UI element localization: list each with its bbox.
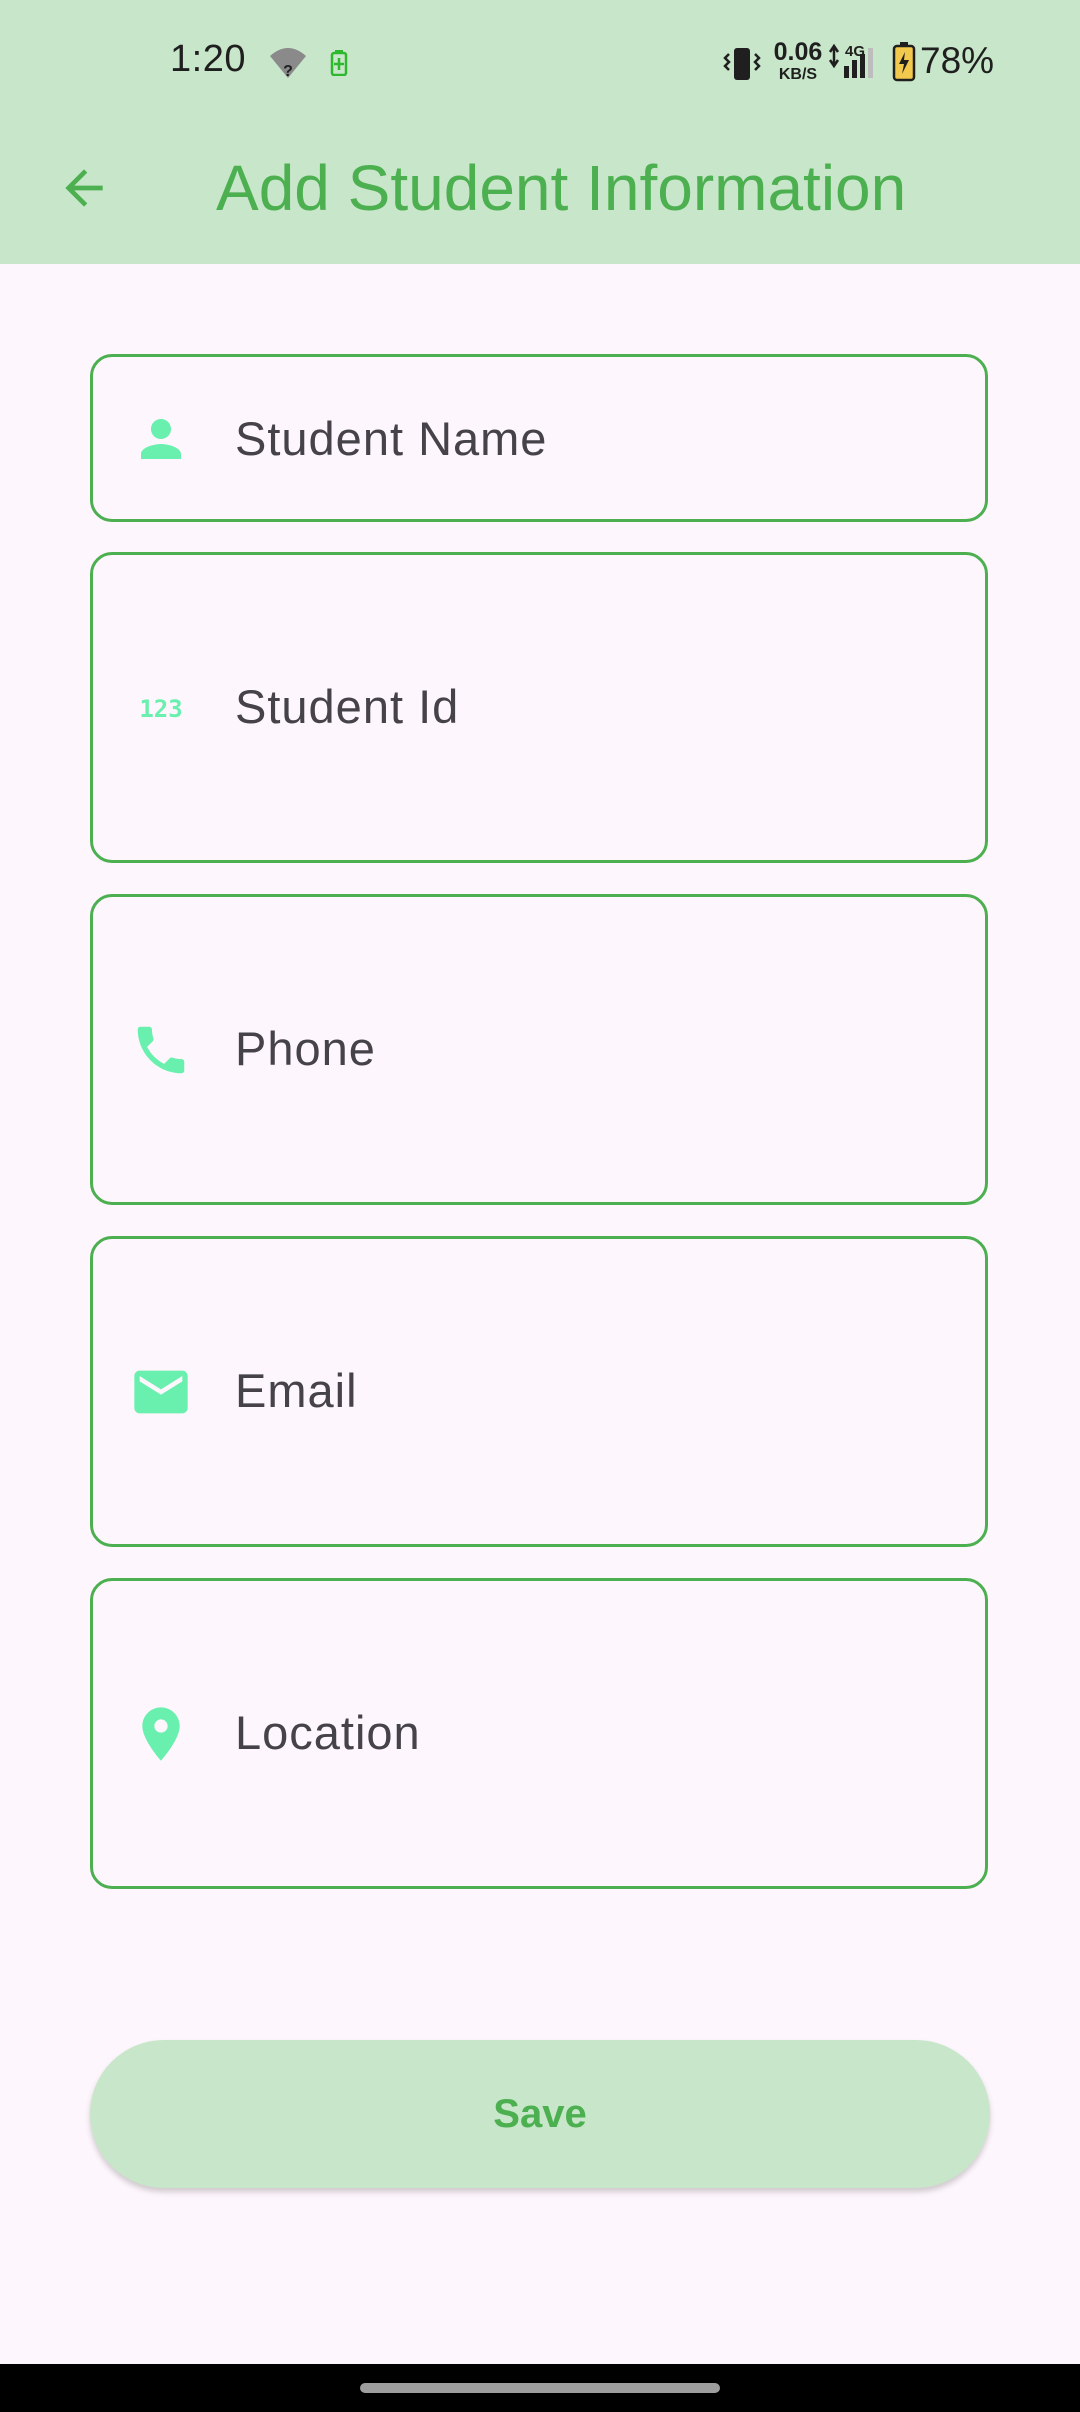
save-button-label: Save bbox=[493, 2091, 587, 2136]
student-name-field[interactable]: Student Name bbox=[90, 354, 988, 522]
back-button[interactable] bbox=[44, 148, 124, 228]
signal-icon bbox=[838, 46, 882, 85]
student-id-field[interactable]: 123 Student Id bbox=[90, 552, 988, 863]
app-bar: Add Student Information bbox=[0, 128, 1080, 264]
battery-charging-icon bbox=[892, 42, 916, 87]
email-label: Email bbox=[235, 1364, 358, 1417]
status-time: 1:20 bbox=[170, 38, 246, 80]
email-icon bbox=[129, 1360, 193, 1424]
save-button[interactable]: Save bbox=[90, 2040, 990, 2188]
svg-text:?: ? bbox=[283, 63, 293, 80]
location-pin-icon bbox=[129, 1702, 193, 1766]
status-bar: 1:20 ? 0.06 KB/S 4G 78% bbox=[0, 0, 1080, 128]
phone-field[interactable]: Phone bbox=[90, 894, 988, 1205]
student-id-label: Student Id bbox=[235, 680, 460, 733]
navigation-bar bbox=[0, 2364, 1080, 2412]
arrow-back-icon bbox=[65, 169, 103, 207]
network-speed-unit: KB/S bbox=[778, 66, 818, 83]
location-label: Location bbox=[235, 1706, 421, 1759]
battery-percent: 78% bbox=[920, 40, 995, 81]
wifi-icon: ? bbox=[268, 44, 308, 85]
phone-icon bbox=[129, 1018, 193, 1082]
svg-text:123: 123 bbox=[139, 695, 182, 723]
network-speed: 0.06 KB/S bbox=[768, 40, 828, 83]
email-field[interactable]: Email bbox=[90, 1236, 988, 1547]
vibrate-icon bbox=[722, 44, 762, 89]
phone-label: Phone bbox=[235, 1022, 376, 1075]
page-title: Add Student Information bbox=[216, 152, 907, 224]
location-field[interactable]: Location bbox=[90, 1578, 988, 1889]
numbers-icon: 123 bbox=[129, 676, 193, 740]
home-gesture-handle[interactable] bbox=[360, 2383, 720, 2393]
person-icon bbox=[129, 407, 193, 471]
battery-saver-icon bbox=[330, 50, 348, 81]
student-name-label: Student Name bbox=[235, 412, 548, 465]
network-speed-value: 0.06 bbox=[773, 38, 823, 66]
